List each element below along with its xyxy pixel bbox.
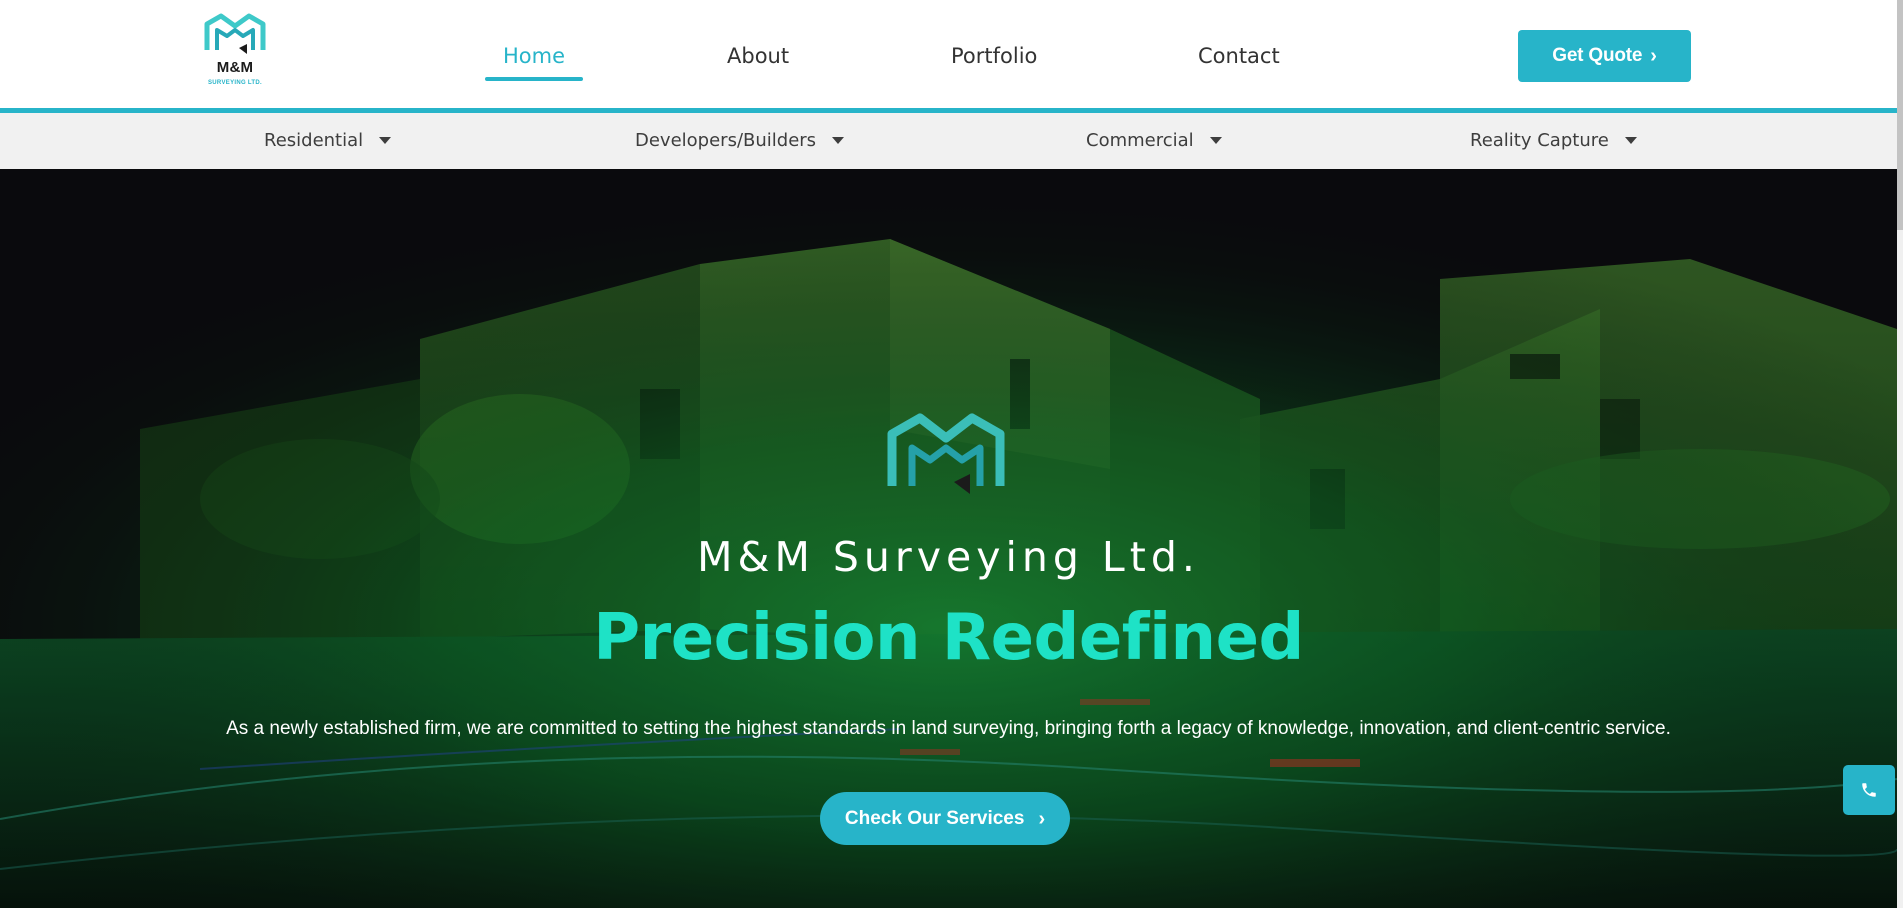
subnav-commercial[interactable]: Commercial <box>1086 130 1222 151</box>
logo-name: M&M <box>216 59 254 76</box>
check-services-label: Check Our Services <box>844 807 1025 829</box>
hero-logo-icon <box>887 413 1005 494</box>
phone-call-button[interactable] <box>1843 765 1895 815</box>
check-services-button[interactable]: Check Our Services › <box>820 792 1070 845</box>
hero-description: As a newly established firm, we are comm… <box>226 718 1671 739</box>
nav-about[interactable]: About <box>727 44 789 68</box>
subnav-residential[interactable]: Residential <box>264 130 392 151</box>
get-quote-label: Get Quote <box>1552 45 1643 66</box>
nav-contact[interactable]: Contact <box>1198 44 1280 68</box>
hero-company-name: M&M Surveying Ltd. <box>697 533 1200 581</box>
page-scrollbar-thumb[interactable] <box>1897 0 1903 230</box>
subnav-reality-capture[interactable]: Reality Capture <box>1470 130 1637 151</box>
subnav-residential-label: Residential <box>264 130 364 151</box>
hero-section: M&M Surveying Ltd. Precision Redefined A… <box>0 169 1897 908</box>
chevron-right-icon: › <box>1038 807 1046 830</box>
caret-down-icon <box>832 137 845 144</box>
site-header: M&M SURVEYING LTD. Home About Portfolio … <box>0 0 1897 113</box>
subnav-commercial-label: Commercial <box>1086 130 1194 151</box>
caret-down-icon <box>1209 137 1222 144</box>
subnav-reality-capture-label: Reality Capture <box>1470 130 1609 151</box>
site-logo[interactable]: M&M SURVEYING LTD. <box>203 12 267 92</box>
get-quote-button[interactable]: Get Quote › <box>1518 30 1691 82</box>
mm-monogram-icon <box>204 13 266 54</box>
phone-icon <box>1862 783 1876 797</box>
subnav-developers-builders[interactable]: Developers/Builders <box>635 130 845 151</box>
nav-home[interactable]: Home <box>503 44 565 68</box>
hero-tagline: Precision Redefined <box>593 601 1304 675</box>
nav-active-indicator <box>485 77 583 81</box>
nav-portfolio[interactable]: Portfolio <box>951 44 1037 68</box>
logo-subtitle: SURVEYING LTD. <box>208 80 262 86</box>
subnav-developers-builders-label: Developers/Builders <box>635 130 817 151</box>
caret-down-icon <box>1624 137 1637 144</box>
chevron-right-icon: › <box>1650 45 1657 67</box>
services-subnav: Residential Developers/Builders Commerci… <box>0 113 1897 169</box>
caret-down-icon <box>379 137 392 144</box>
